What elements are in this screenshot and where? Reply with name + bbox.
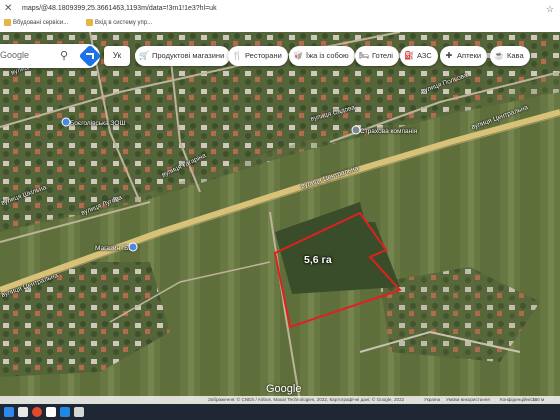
start-icon[interactable] xyxy=(4,407,14,417)
address-bar[interactable]: ✕ maps/@48.1809399,25.3661463,1193m/data… xyxy=(0,2,560,16)
school-pin-icon xyxy=(61,117,71,127)
coffee-icon: ☕ xyxy=(494,51,504,60)
browser-chrome: ✕ maps/@48.1809399,25.3661463,1193m/data… xyxy=(0,0,560,33)
notepad-icon[interactable] xyxy=(74,407,84,417)
search-icon[interactable]: ⚲ xyxy=(60,49,68,62)
bookmarks-bar: Вбудовані сервіси... Вхід в систему упр.… xyxy=(0,17,560,31)
url-text: maps/@48.1809399,25.3661463,1193m/data=!… xyxy=(22,5,217,12)
taskbar xyxy=(0,404,560,420)
scale-label[interactable]: 100 м xyxy=(532,397,544,402)
folder-icon xyxy=(86,19,93,26)
chip-pharmacy[interactable]: ✚ Аптеки xyxy=(440,46,488,66)
bookmark-item[interactable]: Вбудовані сервіси... xyxy=(4,19,68,26)
cart-icon: 🛒 xyxy=(139,51,149,60)
chip-coffee[interactable]: ☕ Кава xyxy=(490,46,530,66)
google-logo: Google xyxy=(266,383,302,395)
imagery-credit: Зображення: © CNES / Airbus, Maxar Techn… xyxy=(208,397,405,402)
file-explorer-icon[interactable] xyxy=(18,407,28,417)
opera-icon[interactable] xyxy=(32,407,42,417)
chip-takeout[interactable]: 🥡 Їжа із собою xyxy=(289,46,355,66)
search-box[interactable]: Google ⚲ xyxy=(0,44,102,68)
store-pin-icon xyxy=(128,242,138,252)
country-link[interactable]: Україна xyxy=(424,397,440,402)
terms-link[interactable]: Умови використання xyxy=(446,397,490,402)
star-icon[interactable]: ☆ xyxy=(546,2,554,16)
folder-icon xyxy=(4,19,11,26)
close-icon[interactable]: ✕ xyxy=(4,3,16,15)
pharmacy-icon: ✚ xyxy=(445,51,453,60)
plot-area-label: 5,6 га xyxy=(304,254,332,266)
chip-restaurants[interactable]: 🍴 Ресторани xyxy=(228,46,288,66)
language-button[interactable]: Ук xyxy=(104,46,130,66)
attribution-bar: Зображення: © CNES / Airbus, Maxar Techn… xyxy=(0,396,560,404)
bed-icon: 🛏 xyxy=(359,51,370,60)
pin-layer xyxy=(61,117,361,252)
company-pin-icon xyxy=(351,125,361,135)
fork-knife-icon: 🍴 xyxy=(232,51,242,60)
chrome-icon[interactable] xyxy=(46,407,56,417)
satellite-map[interactable]: Боєголівська ЗОШ Страхова компанія Магаз… xyxy=(0,32,560,402)
takeout-icon: 🥡 xyxy=(293,51,303,60)
bookmark-item[interactable]: Вхід в систему упр... xyxy=(86,19,152,26)
fuel-icon: ⛽ xyxy=(404,51,414,60)
search-input[interactable]: Google xyxy=(0,50,29,60)
chip-gas[interactable]: ⛽ АЗС xyxy=(400,46,438,66)
dropbox-icon[interactable] xyxy=(60,407,70,417)
chip-groceries[interactable]: 🛒 Продуктові магазини xyxy=(135,46,231,66)
chip-hotels[interactable]: 🛏 Готелі xyxy=(355,46,399,66)
